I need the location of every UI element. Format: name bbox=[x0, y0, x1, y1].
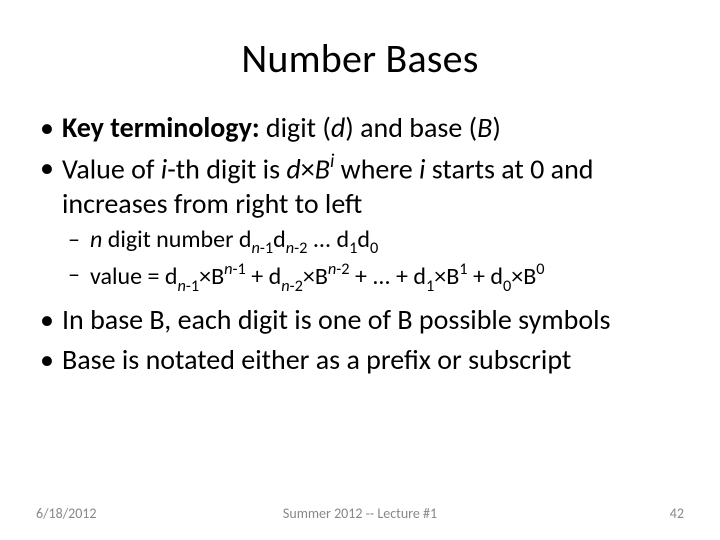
sub: n-1 bbox=[177, 276, 199, 296]
sub: 1 bbox=[426, 276, 434, 296]
sup: n-2 bbox=[328, 259, 350, 279]
minus1: -1 bbox=[186, 276, 199, 296]
times: × bbox=[303, 262, 315, 291]
var-n: n bbox=[224, 259, 232, 279]
sub: n-2 bbox=[281, 276, 303, 296]
slide: Number Bases Key terminology: digit (d) … bbox=[0, 0, 720, 540]
times: × bbox=[434, 262, 446, 291]
var-n: n bbox=[281, 276, 289, 296]
var-n: n bbox=[252, 238, 260, 258]
footer-date: 6/18/2012 bbox=[36, 505, 96, 522]
text: where bbox=[334, 151, 419, 186]
times: × bbox=[301, 151, 315, 186]
minus1: -1 bbox=[233, 259, 246, 279]
times: × bbox=[511, 262, 523, 291]
minus2: -2 bbox=[336, 259, 349, 279]
bullet-base-symbols: In base B, each digit is one of B possib… bbox=[62, 303, 684, 337]
var-n: n bbox=[286, 238, 294, 258]
sup-i: i bbox=[330, 150, 334, 173]
text: digit number d bbox=[102, 225, 251, 254]
text: + d bbox=[246, 262, 281, 291]
var-B: B bbox=[211, 262, 224, 291]
slide-title: Number Bases bbox=[36, 34, 684, 83]
footer-center: Summer 2012 -- Lecture #1 bbox=[0, 505, 720, 522]
sub-digit-number: n digit number dn-1dn-2 ... d1d0 bbox=[90, 225, 684, 258]
text: d bbox=[357, 225, 370, 254]
sub: n-2 bbox=[286, 238, 308, 258]
text: -th digit is bbox=[167, 151, 286, 186]
minus2: -2 bbox=[290, 276, 303, 296]
var-B: B bbox=[477, 110, 492, 145]
times: × bbox=[199, 262, 211, 291]
sup: 1 bbox=[459, 259, 467, 279]
bullet-value-formula: Value of i-th digit is d×Bi where i star… bbox=[62, 151, 684, 295]
text: + d bbox=[468, 262, 503, 291]
text: ... d bbox=[307, 225, 349, 254]
sub-list: n digit number dn-1dn-2 ... d1d0 value =… bbox=[62, 225, 684, 295]
var-B: B bbox=[446, 262, 459, 291]
sub: 0 bbox=[503, 276, 511, 296]
minus1: -1 bbox=[260, 238, 273, 258]
minus2: -2 bbox=[294, 238, 307, 258]
var-B: B bbox=[523, 262, 536, 291]
footer: 6/18/2012 Summer 2012 -- Lecture #1 42 bbox=[0, 505, 720, 522]
var-B: B bbox=[315, 262, 328, 291]
text: digit ( bbox=[260, 110, 331, 145]
text: ) and base ( bbox=[345, 110, 477, 145]
text: Value of bbox=[62, 151, 161, 186]
var-B: B bbox=[315, 151, 330, 186]
sup: n-1 bbox=[224, 259, 246, 279]
var-d: d bbox=[286, 151, 300, 186]
text: ) bbox=[492, 110, 501, 145]
footer-page: 42 bbox=[670, 505, 684, 522]
sub: 1 bbox=[349, 238, 357, 258]
var-n: n bbox=[90, 225, 102, 254]
text: value = d bbox=[90, 262, 177, 291]
bullet-key-terminology: Key terminology: digit (d) and base (B) bbox=[62, 111, 684, 145]
text: d bbox=[273, 225, 286, 254]
sub: n-1 bbox=[252, 238, 274, 258]
text: + ... + d bbox=[350, 262, 426, 291]
lead-text: Key terminology: bbox=[62, 110, 260, 145]
sub: 0 bbox=[370, 238, 378, 258]
var-n: n bbox=[177, 276, 185, 296]
sup: 0 bbox=[536, 259, 544, 279]
sub-value-expansion: value = dn-1×Bn-1 + dn-2×Bn-2 + ... + d1… bbox=[90, 260, 684, 295]
var-d: d bbox=[331, 110, 345, 145]
bullet-base-notation: Base is notated either as a prefix or su… bbox=[62, 343, 684, 377]
bullet-list: Key terminology: digit (d) and base (B) … bbox=[36, 111, 684, 377]
